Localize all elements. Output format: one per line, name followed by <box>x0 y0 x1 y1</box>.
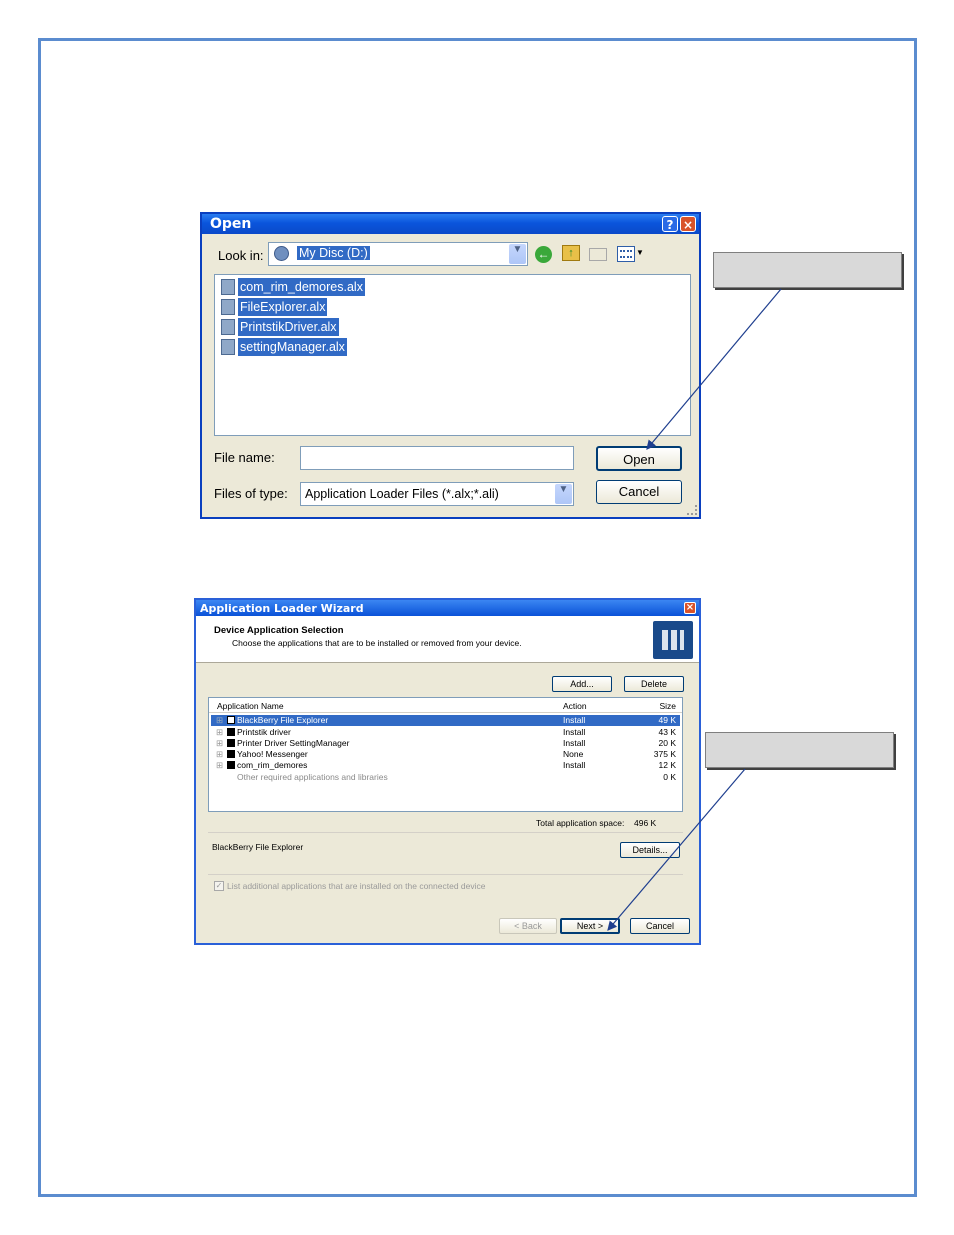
new-folder-icon[interactable] <box>589 248 607 261</box>
next-button[interactable]: Next > <box>560 918 620 934</box>
open-dialog-title: Open <box>210 216 252 232</box>
look-in-label: Look in: <box>218 248 264 263</box>
row-name: Other required applications and librarie… <box>237 772 388 782</box>
row-name: BlackBerry File Explorer <box>237 715 329 725</box>
column-header-action[interactable]: Action <box>563 701 587 711</box>
table-row-other: Other required applications and librarie… <box>211 772 680 783</box>
row-name: com_rim_demores <box>237 760 308 770</box>
wizard-titlebar[interactable]: Application Loader Wizard × <box>196 600 699 616</box>
alx-file-icon <box>221 299 235 315</box>
expand-icon[interactable]: ⊞ <box>216 749 223 760</box>
total-space-label: Total application space: <box>536 818 625 828</box>
file-item-label: PrintstikDriver.alx <box>238 318 339 336</box>
file-list[interactable]: com_rim_demores.alx FileExplorer.alx Pri… <box>214 274 691 436</box>
file-item-label: settingManager.alx <box>238 338 347 356</box>
wizard-header-subtitle: Choose the applications that are to be i… <box>232 638 522 648</box>
selected-app-name: BlackBerry File Explorer <box>212 842 304 852</box>
row-name: Printer Driver SettingManager <box>237 738 350 748</box>
column-header-size[interactable]: Size <box>659 701 676 711</box>
table-header: Application Name Action Size <box>209 698 682 713</box>
wizard-cancel-button[interactable]: Cancel <box>630 918 690 934</box>
look-in-dropdown-icon[interactable]: ▼ <box>509 244 526 264</box>
row-action[interactable]: Install <box>563 738 585 748</box>
row-action[interactable]: Install <box>563 727 585 737</box>
expand-icon[interactable]: ⊞ <box>216 738 223 749</box>
file-item-label: FileExplorer.alx <box>238 298 328 316</box>
list-additional-checkbox[interactable]: ✓ <box>214 881 224 891</box>
application-table[interactable]: Application Name Action Size ⊞ BlackBerr… <box>208 697 683 812</box>
file-item-label: com_rim_demores.alx <box>238 278 365 296</box>
open-dialog-titlebar[interactable]: Open ? × <box>202 214 699 234</box>
resize-grip-icon[interactable] <box>687 505 697 515</box>
column-header-name[interactable]: Application Name <box>217 701 284 711</box>
delete-button[interactable]: Delete <box>624 676 684 692</box>
row-size: 20 K <box>658 738 677 748</box>
file-item[interactable]: settingManager.alx <box>221 338 347 356</box>
files-of-type-label: Files of type: <box>214 486 288 501</box>
details-button[interactable]: Details... <box>620 842 680 858</box>
row-size: 43 K <box>658 727 677 737</box>
alx-file-icon <box>221 339 235 355</box>
app-checkbox-icon[interactable] <box>227 761 235 769</box>
total-space-value: 496 K <box>634 818 657 828</box>
file-item[interactable]: PrintstikDriver.alx <box>221 318 339 336</box>
file-item[interactable]: com_rim_demores.alx <box>221 278 365 296</box>
row-name: Printstik driver <box>237 727 291 737</box>
wizard-header: Device Application Selection Choose the … <box>196 616 699 663</box>
look-in-select[interactable]: My Disc (D:) ▼ <box>268 242 528 266</box>
app-checkbox-icon[interactable] <box>227 739 235 747</box>
file-item[interactable]: FileExplorer.alx <box>221 298 328 316</box>
files-of-type-dropdown-icon[interactable]: ▼ <box>555 484 572 504</box>
row-action[interactable]: Install <box>563 715 585 725</box>
row-name: Yahoo! Messenger <box>237 749 308 759</box>
callout-box-open <box>713 252 902 288</box>
drive-icon <box>274 246 289 261</box>
table-row[interactable]: ⊞ Printstik driver Install 43 K <box>211 727 680 738</box>
wizard-dialog: Application Loader Wizard × Device Appli… <box>194 598 701 945</box>
alx-file-icon <box>221 279 235 295</box>
row-size: 375 K <box>653 749 676 759</box>
table-row[interactable]: ⊞ BlackBerry File Explorer Install 49 K <box>211 715 680 726</box>
file-name-input[interactable] <box>300 446 574 470</box>
app-checkbox-icon[interactable] <box>227 716 235 724</box>
add-button[interactable]: Add... <box>552 676 612 692</box>
expand-icon[interactable]: ⊞ <box>216 727 223 738</box>
divider <box>208 832 683 833</box>
callout-box-next <box>705 732 894 768</box>
view-menu-icon[interactable] <box>617 246 635 262</box>
table-row[interactable]: ⊞ Yahoo! Messenger None 375 K <box>211 749 680 760</box>
help-icon[interactable]: ? <box>662 216 678 232</box>
view-dropdown-icon[interactable]: ▼ <box>636 248 644 257</box>
wizard-title: Application Loader Wizard <box>200 602 364 615</box>
cancel-button[interactable]: Cancel <box>596 480 682 504</box>
row-action[interactable]: None <box>563 749 583 759</box>
table-row[interactable]: ⊞ Printer Driver SettingManager Install … <box>211 738 680 749</box>
close-icon[interactable]: × <box>680 216 696 232</box>
expand-icon[interactable]: ⊞ <box>216 760 223 771</box>
back-icon[interactable]: ← <box>535 246 552 263</box>
expand-icon[interactable]: ⊞ <box>216 715 223 726</box>
app-checkbox-icon[interactable] <box>227 728 235 736</box>
wizard-header-title: Device Application Selection <box>214 625 344 636</box>
back-button[interactable]: < Back <box>499 918 557 934</box>
files-of-type-value: Application Loader Files (*.alx;*.ali) <box>305 487 499 501</box>
look-in-value: My Disc (D:) <box>297 246 370 260</box>
table-row[interactable]: ⊞ com_rim_demores Install 12 K <box>211 760 680 771</box>
files-of-type-select[interactable]: Application Loader Files (*.alx;*.ali) ▼ <box>300 482 574 506</box>
row-size: 49 K <box>658 715 677 725</box>
row-size: 0 K <box>663 772 676 782</box>
wizard-close-icon[interactable]: × <box>684 602 696 614</box>
file-name-label: File name: <box>214 450 275 465</box>
open-button[interactable]: Open <box>596 446 682 471</box>
open-dialog: Open ? × Look in: My Disc (D:) ▼ ← ↑ ▼ c… <box>200 212 701 519</box>
list-additional-label: List additional applications that are in… <box>227 881 486 891</box>
divider <box>208 874 683 875</box>
blackberry-logo-icon <box>653 621 693 659</box>
app-checkbox-icon[interactable] <box>227 750 235 758</box>
up-folder-icon[interactable]: ↑ <box>562 245 580 261</box>
row-size: 12 K <box>658 760 677 770</box>
alx-file-icon <box>221 319 235 335</box>
row-action[interactable]: Install <box>563 760 585 770</box>
